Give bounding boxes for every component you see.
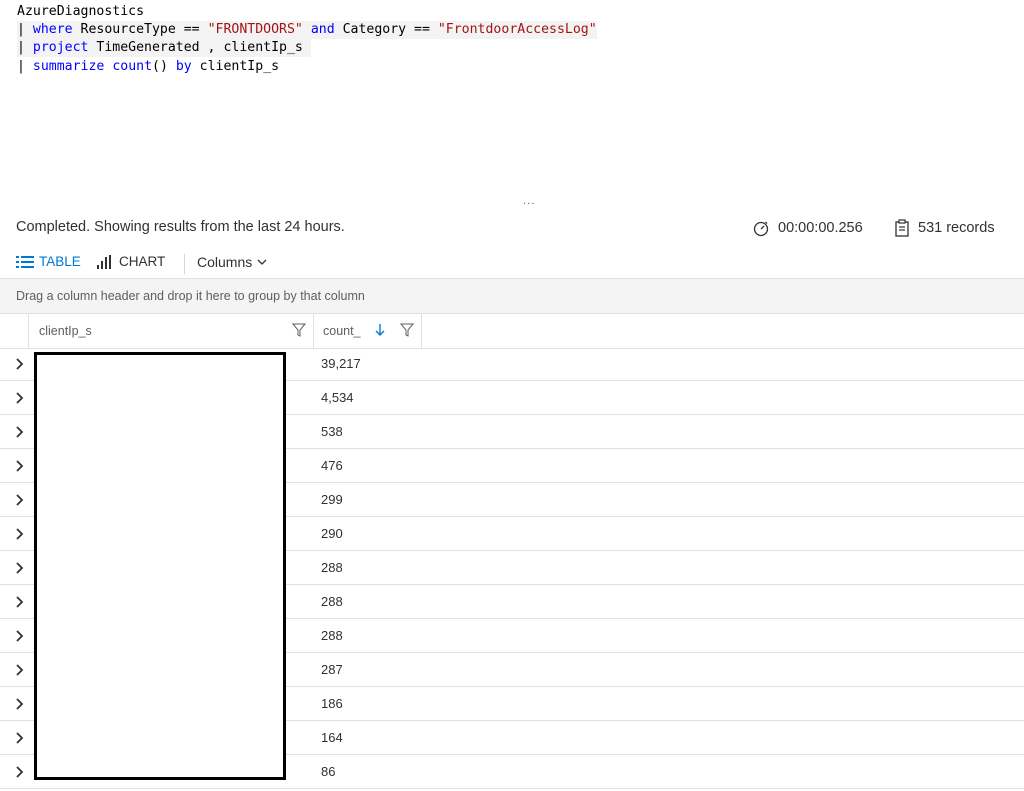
query-token: clientIp_s	[191, 59, 280, 74]
query-token	[303, 22, 311, 37]
query-token: project	[32, 40, 89, 55]
chevron-right-icon[interactable]	[15, 630, 25, 642]
chevron-right-icon[interactable]	[15, 494, 25, 506]
count-cell: 164	[321, 730, 343, 745]
query-token: "FrontdoorAccessLog"	[437, 22, 597, 37]
column-header-count[interactable]: count_	[314, 314, 422, 348]
query-line-1[interactable]: AzureDiagnostics	[17, 3, 144, 21]
query-token: |	[17, 59, 33, 74]
chart-view-label: CHART	[119, 254, 166, 269]
query-token: summarize	[32, 59, 105, 74]
count-cell: 287	[321, 662, 343, 677]
query-line-2[interactable]: | where ResourceType == "FRONTDOORS" and…	[17, 21, 597, 39]
columns-label: Columns	[197, 254, 253, 270]
query-token: "FRONTDOORS"	[207, 22, 303, 37]
query-line-4[interactable]: | summarize count() by clientIp_s	[17, 58, 279, 76]
query-duration: 00:00:00.256	[752, 219, 863, 237]
chevron-right-icon[interactable]	[15, 528, 25, 540]
bar-chart-icon	[97, 254, 111, 269]
grid-header: clientIp_s count_	[0, 313, 1024, 349]
filter-icon[interactable]	[292, 323, 306, 337]
table-list-icon	[16, 255, 34, 268]
chevron-right-icon[interactable]	[15, 426, 25, 438]
count-cell: 288	[321, 628, 343, 643]
group-by-drop-zone[interactable]: Drag a column header and drop it here to…	[0, 278, 1024, 314]
count-cell: 4,534	[321, 390, 354, 405]
stopwatch-icon	[753, 221, 769, 237]
chevron-right-icon[interactable]	[15, 460, 25, 472]
count-cell: 86	[321, 764, 336, 779]
chevron-right-icon[interactable]	[15, 596, 25, 608]
count-cell: 288	[321, 594, 343, 609]
query-token: count	[112, 59, 153, 74]
chevron-right-icon[interactable]	[15, 766, 25, 778]
sort-descending-arrow-icon[interactable]	[374, 323, 386, 337]
count-cell: 538	[321, 424, 343, 439]
query-token: by	[175, 59, 192, 74]
status-message: Completed. Showing results from the last…	[16, 219, 345, 235]
column-header-clientip[interactable]: clientIp_s	[29, 314, 314, 348]
query-line-3[interactable]: | project TimeGenerated , clientIp_s	[17, 39, 311, 57]
chevron-right-icon[interactable]	[15, 698, 25, 710]
query-token: ()	[152, 59, 176, 74]
redaction-box	[34, 352, 286, 780]
record-count: 531 records	[894, 219, 995, 237]
query-token: |	[17, 40, 33, 55]
chart-view-tab[interactable]: CHART	[97, 254, 165, 269]
count-cell: 476	[321, 458, 343, 473]
table-view-tab[interactable]: TABLE	[16, 254, 81, 269]
chevron-down-icon	[257, 259, 267, 265]
chevron-right-icon[interactable]	[15, 562, 25, 574]
query-editor[interactable]: AzureDiagnostics | where ResourceType ==…	[0, 0, 1024, 207]
query-token: Category ==	[334, 22, 438, 37]
duration-value: 00:00:00.256	[778, 220, 863, 236]
query-token: |	[17, 22, 33, 37]
columns-dropdown[interactable]: Columns	[197, 254, 267, 270]
chevron-right-icon[interactable]	[15, 358, 25, 370]
count-cell: 39,217	[321, 356, 361, 371]
count-cell: 299	[321, 492, 343, 507]
results-toolbar: TABLE CHART Columns	[0, 250, 1024, 276]
chevron-right-icon[interactable]	[15, 392, 25, 404]
count-cell: 186	[321, 696, 343, 711]
query-token: AzureDiagnostics	[17, 4, 145, 19]
records-value: 531 records	[918, 220, 995, 236]
chevron-right-icon[interactable]	[15, 664, 25, 676]
toolbar-divider	[184, 254, 185, 274]
splitter-grip[interactable]: ...	[523, 197, 536, 207]
query-token: where	[32, 22, 73, 37]
clipboard-icon	[895, 219, 909, 237]
chevron-right-icon[interactable]	[15, 732, 25, 744]
table-view-label: TABLE	[39, 254, 81, 269]
column-header-label: count_	[323, 324, 361, 338]
query-token: TimeGenerated , clientIp_s	[88, 40, 311, 55]
count-cell: 290	[321, 526, 343, 541]
query-token: and	[310, 22, 335, 37]
column-header-label: clientIp_s	[39, 324, 92, 338]
query-token: ResourceType ==	[72, 22, 208, 37]
group-by-hint: Drag a column header and drop it here to…	[16, 289, 365, 303]
count-cell: 288	[321, 560, 343, 575]
expand-column-header	[0, 314, 29, 348]
filter-icon[interactable]	[400, 323, 414, 337]
